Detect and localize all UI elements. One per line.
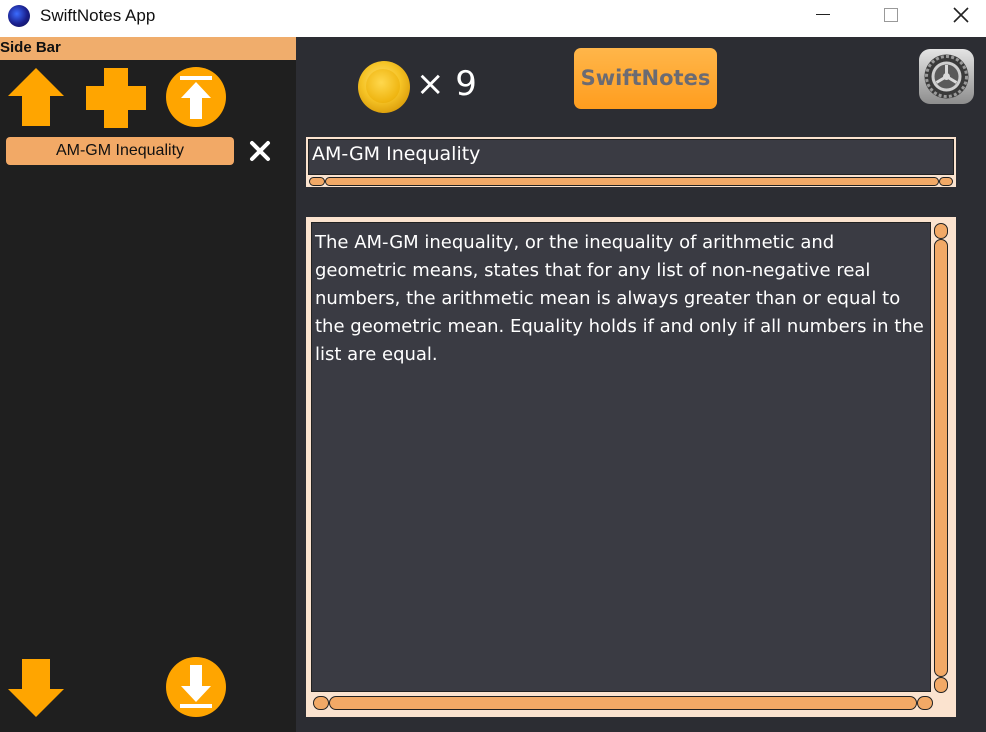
body-horizontal-scrollbar[interactable] [329,696,917,710]
minimize-button[interactable] [800,0,846,32]
sidebar: Side Bar AM-GM Inequality [0,37,296,732]
plus-icon [86,68,146,128]
title-bar: SwiftNotes App [0,0,986,37]
title-scroll-left-arrow[interactable] [309,177,325,186]
title-field-frame: AM-GM Inequality [306,137,956,187]
coin-icon [358,61,410,113]
sidebar-title: Side Bar [0,39,61,56]
arrow-to-bottom-icon [166,657,226,717]
sidebar-header: Side Bar [0,37,296,60]
body-vertical-scrollbar[interactable] [934,239,948,677]
maximize-button[interactable] [868,0,914,32]
app-logo: SwiftNotes [574,48,717,109]
title-horizontal-scrollbar[interactable] [325,177,939,186]
move-down-button[interactable] [6,657,66,723]
body-scroll-down-arrow[interactable] [934,677,948,693]
note-item[interactable]: AM-GM Inequality [6,137,234,165]
close-button[interactable] [938,0,984,32]
arrow-down-icon [8,659,64,717]
note-body-textarea[interactable]: The AM-GM inequality, or the inequality … [311,222,931,692]
note-title-input[interactable]: AM-GM Inequality [308,139,954,175]
body-scroll-right-arrow[interactable] [917,696,933,710]
arrow-up-icon [8,68,64,126]
settings-gear-icon [924,54,969,99]
coin-count: × 9 [416,64,477,104]
body-scroll-up-arrow[interactable] [934,223,948,239]
move-up-button[interactable] [6,66,66,132]
close-icon [953,7,969,23]
app-icon [8,5,30,27]
title-scroll-right-arrow[interactable] [939,177,953,186]
move-to-top-button[interactable] [166,67,226,131]
move-to-bottom-button[interactable] [166,657,226,721]
arrow-to-top-icon [166,67,226,127]
delete-x-icon [250,141,270,161]
body-scroll-left-arrow[interactable] [313,696,329,710]
window-title: SwiftNotes App [40,6,156,25]
body-field-frame: The AM-GM inequality, or the inequality … [306,217,956,717]
delete-note-button[interactable] [249,140,271,166]
settings-button[interactable] [919,49,974,104]
add-note-button[interactable] [86,68,146,132]
